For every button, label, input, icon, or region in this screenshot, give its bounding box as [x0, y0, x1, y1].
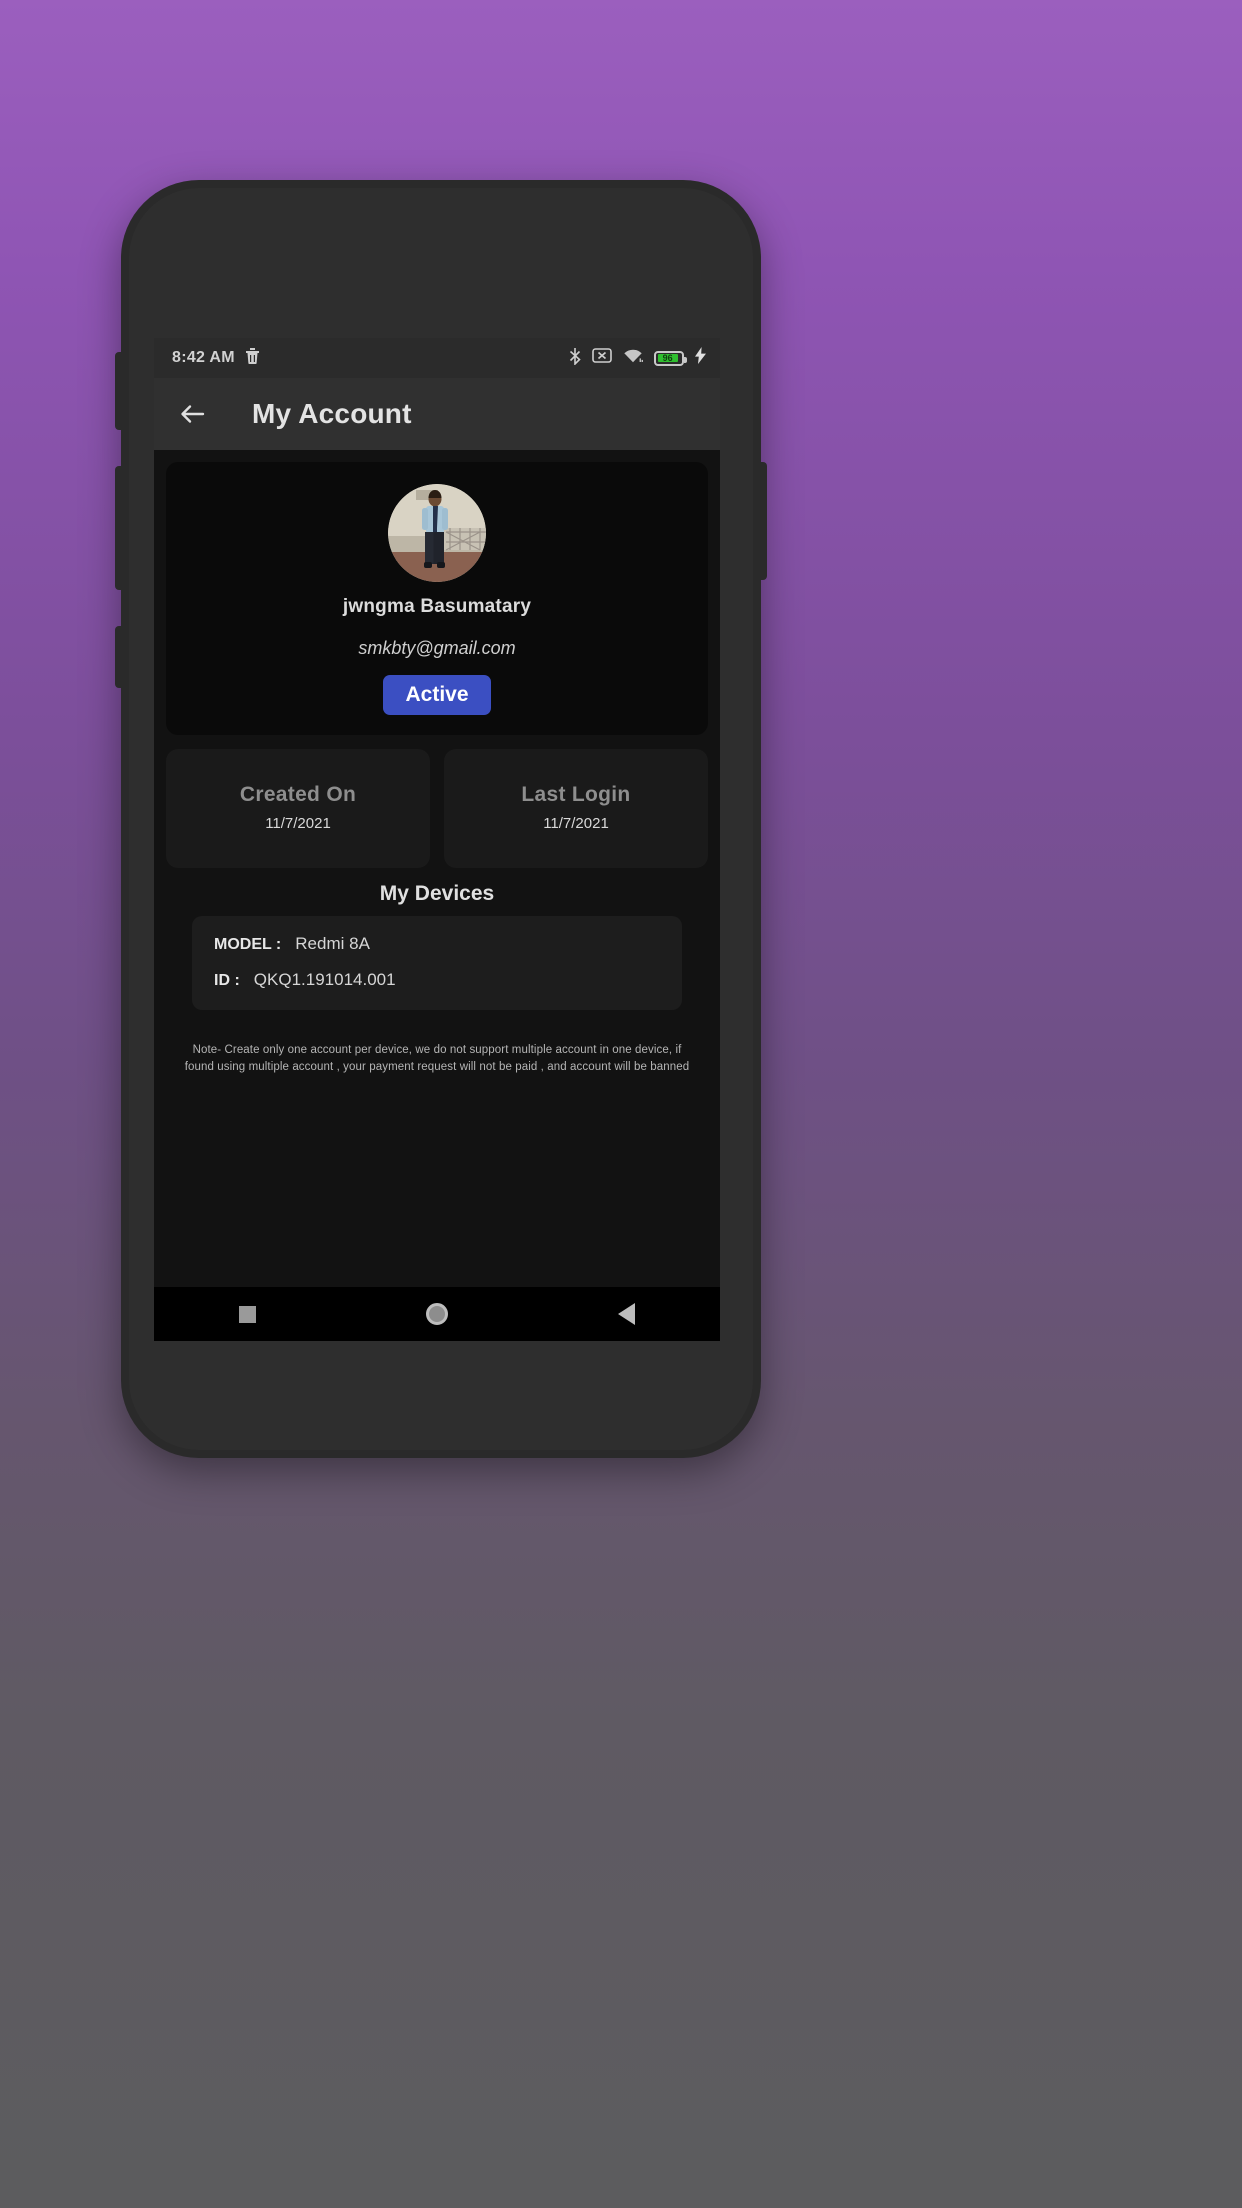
android-nav-bar	[154, 1287, 720, 1341]
device-card: MODEL : Redmi 8A ID : QKQ1.191014.001	[192, 916, 682, 1010]
device-model-key: MODEL :	[214, 936, 282, 953]
avatar[interactable]	[388, 484, 486, 582]
created-on-value: 11/7/2021	[265, 815, 331, 832]
battery-icon: 96	[654, 350, 687, 366]
side-button-left-top[interactable]	[115, 352, 125, 430]
device-row-id: ID : QKQ1.191014.001	[214, 970, 660, 990]
phone-frame: 8:42 AM 96 My Account jwngma Basumatary …	[115, 180, 767, 1458]
recents-square-icon[interactable]	[239, 1305, 256, 1323]
last-login-card: Last Login 11/7/2021	[444, 749, 708, 868]
created-on-card: Created On 11/7/2021	[166, 749, 430, 868]
battery-percent-label: 96	[662, 352, 673, 363]
phone-screen: 8:42 AM 96 My Account jwngma Basumatary …	[154, 338, 720, 1341]
status-bar-right: 96	[569, 347, 706, 370]
side-button-right[interactable]	[757, 462, 767, 580]
back-arrow-icon[interactable]	[176, 397, 210, 431]
status-badge[interactable]: Active	[383, 675, 491, 715]
device-id-value: QKQ1.191014.001	[253, 970, 396, 989]
status-bar-left: 8:42 AM	[172, 347, 260, 369]
status-bar-clock: 8:42 AM	[172, 349, 235, 366]
account-note: Note- Create only one account per device…	[184, 1044, 690, 1073]
back-triangle-icon[interactable]	[618, 1303, 635, 1325]
battery-fill: 96	[657, 352, 678, 363]
stats-row: Created On 11/7/2021 Last Login 11/7/202…	[166, 749, 708, 868]
profile-card: jwngma Basumatary smkbty@gmail.com Activ…	[166, 462, 708, 735]
wifi-icon	[623, 348, 643, 369]
page-title: My Account	[252, 398, 412, 429]
side-button-left-bottom[interactable]	[115, 626, 125, 688]
app-bar: My Account	[154, 378, 720, 450]
trash-icon	[245, 347, 260, 369]
bluetooth-icon	[569, 347, 581, 370]
side-button-left-middle[interactable]	[115, 466, 125, 590]
no-sim-icon	[592, 348, 612, 368]
last-login-value: 11/7/2021	[543, 815, 609, 832]
device-model-value: Redmi 8A	[295, 934, 370, 953]
device-id-key: ID :	[214, 972, 240, 989]
main-content: jwngma Basumatary smkbty@gmail.com Activ…	[154, 450, 720, 1287]
home-circle-icon[interactable]	[426, 1303, 448, 1325]
status-bar: 8:42 AM 96	[154, 338, 720, 378]
user-profile-photo	[388, 484, 486, 582]
charging-bolt-icon	[695, 347, 706, 369]
my-devices-title: My Devices	[379, 882, 495, 905]
device-row-model: MODEL : Redmi 8A	[214, 934, 660, 954]
last-login-label: Last Login	[521, 783, 631, 806]
profile-name: jwngma Basumatary	[342, 596, 532, 617]
profile-email: smkbty@gmail.com	[358, 638, 516, 658]
created-on-label: Created On	[239, 783, 357, 806]
